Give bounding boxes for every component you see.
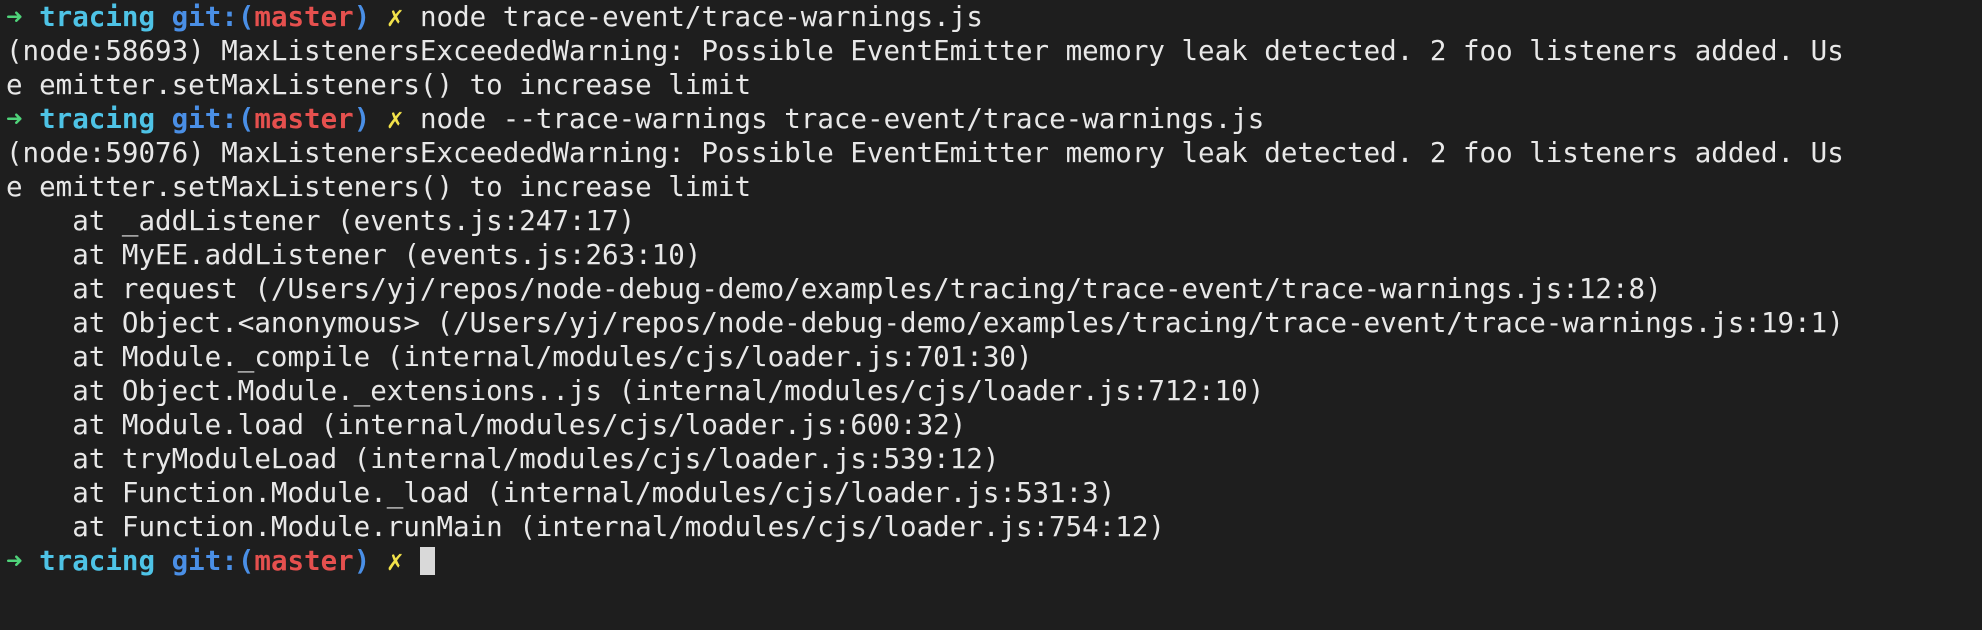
prompt-line: ➜ tracing git:(master) ✗ node trace-even…	[6, 0, 1982, 34]
git-branch: master	[254, 545, 354, 577]
prompt-arrow-icon: ➜	[6, 103, 23, 135]
prompt-directory: tracing	[39, 103, 156, 135]
output-text: (node:58693) MaxListenersExceededWarning…	[6, 35, 1844, 67]
terminal-output: ➜ tracing git:(master) ✗ node trace-even…	[6, 0, 1982, 578]
output-text: (node:59076) MaxListenersExceededWarning…	[6, 137, 1844, 169]
output-line: at MyEE.addListener (events.js:263:10)	[6, 238, 1982, 272]
git-label-close: )	[353, 545, 371, 577]
git-branch: master	[254, 1, 354, 33]
output-text: at Object.<anonymous> (/Users/yj/repos/n…	[6, 307, 1844, 339]
prompt-arrow-icon: ➜	[6, 1, 23, 33]
output-line: at Module._compile (internal/modules/cjs…	[6, 340, 1982, 374]
output-text: at Function.Module._load (internal/modul…	[6, 477, 1116, 509]
git-branch: master	[254, 103, 354, 135]
command-text: node trace-event/trace-warnings.js	[419, 1, 983, 33]
prompt-arrow-icon: ➜	[6, 545, 23, 577]
git-label-open: git:(	[171, 1, 255, 33]
git-label-close: )	[353, 103, 371, 135]
output-line: (node:59076) MaxListenersExceededWarning…	[6, 136, 1982, 170]
git-dirty-icon: ✗	[386, 1, 404, 33]
git-label-open: git:(	[171, 545, 255, 577]
output-line: at _addListener (events.js:247:17)	[6, 204, 1982, 238]
git-dirty-icon: ✗	[386, 545, 404, 577]
output-line: at Function.Module.runMain (internal/mod…	[6, 510, 1982, 544]
output-text: at Function.Module.runMain (internal/mod…	[6, 511, 1165, 543]
prompt-line: ➜ tracing git:(master) ✗	[6, 544, 1982, 578]
prompt-directory: tracing	[39, 545, 156, 577]
output-line: e emitter.setMaxListeners() to increase …	[6, 68, 1982, 102]
output-text: at MyEE.addListener (events.js:263:10)	[6, 239, 702, 271]
terminal-cursor[interactable]	[419, 547, 435, 575]
output-text: at tryModuleLoad (internal/modules/cjs/l…	[6, 443, 1000, 475]
output-text: at Module._compile (internal/modules/cjs…	[6, 341, 1033, 373]
command-text: node --trace-warnings trace-event/trace-…	[419, 103, 1265, 135]
output-line: at request (/Users/yj/repos/node-debug-d…	[6, 272, 1982, 306]
output-text: at _addListener (events.js:247:17)	[6, 205, 636, 237]
output-text: at request (/Users/yj/repos/node-debug-d…	[6, 273, 1662, 305]
prompt-directory: tracing	[39, 1, 156, 33]
git-dirty-icon: ✗	[386, 103, 404, 135]
output-line: at Object.Module._extensions..js (intern…	[6, 374, 1982, 408]
output-line: at Module.load (internal/modules/cjs/loa…	[6, 408, 1982, 442]
output-line: e emitter.setMaxListeners() to increase …	[6, 170, 1982, 204]
output-text: at Module.load (internal/modules/cjs/loa…	[6, 409, 967, 441]
output-text: e emitter.setMaxListeners() to increase …	[6, 69, 752, 101]
terminal-window[interactable]: ➜ tracing git:(master) ✗ node trace-even…	[0, 0, 1982, 630]
git-label-open: git:(	[171, 103, 255, 135]
output-text: e emitter.setMaxListeners() to increase …	[6, 171, 752, 203]
output-line: (node:58693) MaxListenersExceededWarning…	[6, 34, 1982, 68]
output-text: at Object.Module._extensions..js (intern…	[6, 375, 1265, 407]
output-line: at Object.<anonymous> (/Users/yj/repos/n…	[6, 306, 1982, 340]
git-label-close: )	[353, 1, 371, 33]
output-line: at Function.Module._load (internal/modul…	[6, 476, 1982, 510]
prompt-line: ➜ tracing git:(master) ✗ node --trace-wa…	[6, 102, 1982, 136]
output-line: at tryModuleLoad (internal/modules/cjs/l…	[6, 442, 1982, 476]
